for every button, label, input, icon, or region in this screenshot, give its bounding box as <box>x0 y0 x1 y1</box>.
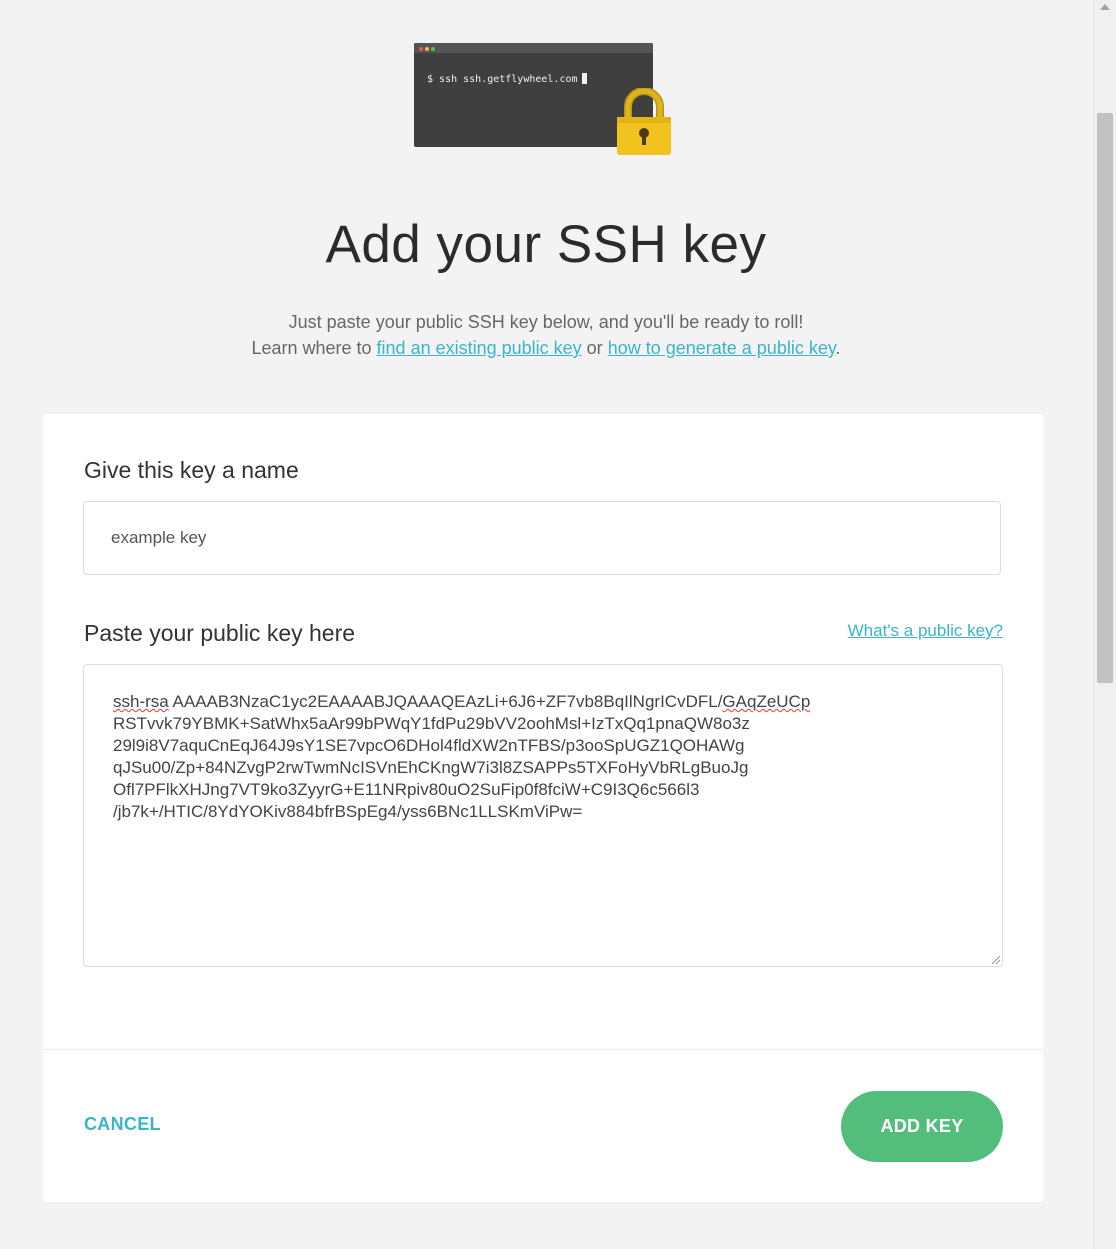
resize-handle-icon[interactable] <box>992 956 1000 964</box>
page-subtitle: Just paste your public SSH key below, an… <box>0 309 1092 361</box>
subtitle-suffix: . <box>835 338 841 358</box>
terminal-title-bar <box>414 43 653 53</box>
subtitle-middle: or <box>581 338 608 358</box>
find-existing-key-link[interactable]: find an existing public key <box>377 338 582 358</box>
close-dot-icon <box>419 47 423 51</box>
add-key-button[interactable]: ADD KEY <box>841 1091 1003 1162</box>
terminal-command: $ ssh ssh.getflywheel.com <box>427 73 587 85</box>
form-divider <box>43 1049 1043 1050</box>
ssh-hero-illustration: $ ssh ssh.getflywheel.com <box>414 43 674 158</box>
key-name-input[interactable] <box>83 501 1001 575</box>
subtitle-prefix: Learn where to <box>251 338 377 358</box>
cancel-button[interactable]: CANCEL <box>84 1114 161 1135</box>
maximize-dot-icon <box>431 47 435 51</box>
key-flagged-text: GAqZeUCp <box>722 692 811 711</box>
key-name-label: Give this key a name <box>84 457 299 483</box>
scroll-thumb[interactable] <box>1097 113 1113 683</box>
subtitle-line-2: Learn where to find an existing public k… <box>0 335 1092 361</box>
scroll-up-arrow-icon[interactable] <box>1100 4 1110 10</box>
whats-a-public-key-link[interactable]: What's a public key? <box>848 621 1003 641</box>
ssh-key-form-card: Give this key a name Paste your public k… <box>43 414 1043 1202</box>
public-key-textarea[interactable]: ssh-rsa AAAAB3NzaC1yc2EAAAABJQAAAQEAzLi+… <box>83 664 1003 967</box>
vertical-scrollbar[interactable] <box>1093 0 1116 1249</box>
public-key-label: Paste your public key here <box>84 620 356 646</box>
key-text-part-a: AAAAB3NzaC1yc2EAAAABJQAAAQEAzLi+6J6+ZF7v… <box>168 692 723 711</box>
generate-key-link[interactable]: how to generate a public key <box>608 338 836 358</box>
page-title: Add your SSH key <box>325 215 767 274</box>
padlock-icon <box>617 88 671 155</box>
terminal-cursor <box>581 73 587 84</box>
key-type-text: ssh-rsa <box>113 692 169 711</box>
subtitle-line-1: Just paste your public SSH key below, an… <box>288 312 804 332</box>
key-text-part-b: RSTvvk79YBMK+SatWhx5aAr99bPWqY1fdPu29bVV… <box>113 714 750 821</box>
minimize-dot-icon <box>425 47 429 51</box>
